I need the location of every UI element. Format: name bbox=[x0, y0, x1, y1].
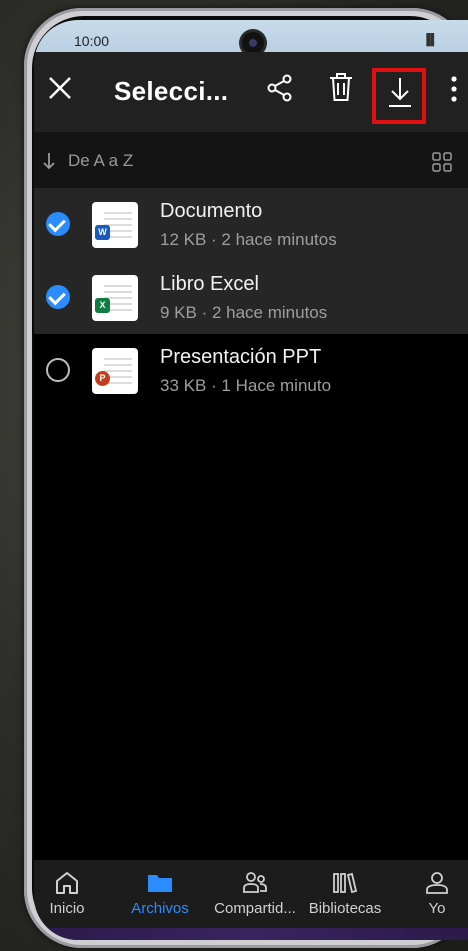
status-bar: 10:00 ▐▌ bbox=[34, 20, 468, 54]
file-name: Documento bbox=[160, 200, 263, 222]
file-row-libro-excel[interactable]: X Libro Excel 9 KB · 2 hace minutos bbox=[34, 261, 468, 334]
file-row-presentacion[interactable]: P Presentación PPT 33 KB · 1 Hace minuto bbox=[34, 334, 468, 407]
home-icon bbox=[56, 872, 78, 894]
nav-bibliotecas[interactable]: Bibliotecas bbox=[302, 870, 388, 917]
more-vertical-icon[interactable] bbox=[446, 74, 462, 104]
front-camera bbox=[242, 32, 264, 54]
sort-label[interactable]: De A a Z bbox=[68, 151, 133, 171]
file-list: W Documento 12 KB · 2 hace minutos X Lib… bbox=[34, 188, 468, 407]
person-icon bbox=[426, 872, 448, 894]
status-time: 10:00 bbox=[74, 33, 110, 49]
nav-yo[interactable]: Yo bbox=[422, 870, 452, 917]
file-type-badge: P bbox=[95, 371, 110, 386]
grid-view-icon[interactable] bbox=[432, 152, 452, 172]
file-meta: 33 KB · 1 Hace minuto bbox=[160, 376, 332, 395]
checkbox-checked[interactable] bbox=[46, 285, 70, 309]
folder-icon bbox=[148, 875, 172, 892]
nav-label: Archivos bbox=[131, 900, 189, 917]
word-file-icon: W bbox=[92, 202, 138, 248]
powerpoint-file-icon: P bbox=[92, 348, 138, 394]
checkbox-checked[interactable] bbox=[46, 212, 70, 236]
share-icon[interactable] bbox=[266, 74, 294, 102]
app-screen: 10:00 ▐▌ Selecci... De A a Z W Documento… bbox=[34, 20, 468, 940]
page-title: Selecci... bbox=[114, 76, 229, 106]
people-icon bbox=[243, 872, 267, 893]
nav-label: Compartid... bbox=[214, 900, 296, 917]
file-type-badge: X bbox=[95, 298, 110, 313]
file-type-badge: W bbox=[95, 225, 110, 240]
file-name: Presentación PPT bbox=[160, 346, 322, 368]
nav-archivos[interactable]: Archivos bbox=[126, 870, 194, 917]
nav-label: Bibliotecas bbox=[308, 900, 382, 917]
file-meta: 9 KB · 2 hace minutos bbox=[160, 303, 328, 322]
library-icon bbox=[333, 872, 358, 894]
close-icon[interactable] bbox=[46, 74, 74, 102]
file-row-documento[interactable]: W Documento 12 KB · 2 hace minutos bbox=[34, 188, 468, 261]
file-meta: 12 KB · 2 hace minutos bbox=[160, 230, 337, 249]
checkbox-unchecked[interactable] bbox=[46, 358, 70, 382]
nav-compartido[interactable]: Compartid... bbox=[206, 870, 304, 917]
file-name: Libro Excel bbox=[160, 273, 259, 295]
arrow-down-icon[interactable] bbox=[42, 152, 56, 170]
nav-label: Yo bbox=[428, 900, 446, 917]
selection-toolbar: Selecci... bbox=[34, 52, 468, 132]
signal-icon: ▐▌ bbox=[422, 34, 438, 46]
excel-file-icon: X bbox=[92, 275, 138, 321]
download-icon[interactable] bbox=[386, 76, 414, 108]
nav-label: Inicio bbox=[49, 900, 85, 917]
trash-icon[interactable] bbox=[328, 72, 354, 102]
nav-inicio[interactable]: Inicio bbox=[46, 870, 88, 917]
sort-bar: De A a Z bbox=[34, 132, 468, 188]
gesture-strip bbox=[34, 928, 468, 940]
